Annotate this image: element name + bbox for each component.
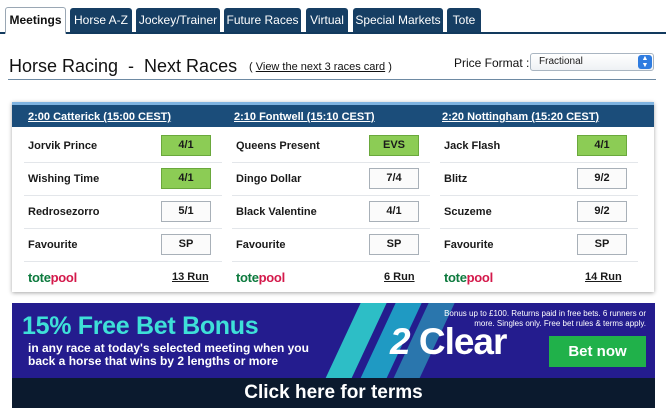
runner-row: Jack Flash 4/1	[440, 130, 638, 163]
paren-open: (	[249, 61, 256, 73]
runner-row: Redrosezorro 5/1	[24, 196, 222, 229]
tab-future-races[interactable]: Future Races	[224, 8, 301, 32]
terms-link-bar[interactable]: Click here for terms	[12, 378, 655, 408]
odds-button[interactable]: 9/2	[577, 168, 627, 189]
runner-row: Dingo Dollar 7/4	[232, 163, 430, 196]
runner-row: Wishing Time 4/1	[24, 163, 222, 196]
runner-count-link[interactable]: 6 Run	[384, 271, 415, 283]
totepool-logo: totepool	[236, 270, 285, 285]
runner-row: Favourite SP	[232, 229, 430, 262]
totepool-logo: totepool	[28, 270, 77, 285]
odds-button[interactable]: 4/1	[369, 201, 419, 222]
runner-name: Black Valentine	[236, 206, 317, 218]
tab-special-markets[interactable]: Special Markets	[353, 8, 443, 32]
runner-name: Redrosezorro	[28, 206, 100, 218]
race-column-nottingham: Jack Flash 4/1 Blitz 9/2 Scuzeme 9/2 Fav…	[440, 130, 638, 292]
totepool-logo: totepool	[444, 270, 493, 285]
odds-button[interactable]: 7/4	[369, 168, 419, 189]
odds-button[interactable]: 9/2	[577, 201, 627, 222]
runner-count-link[interactable]: 13 Run	[172, 271, 209, 283]
race-title-fontwell[interactable]: 2:10 Fontwell (15:10 CEST)	[234, 111, 375, 123]
view-next-races-link[interactable]: View the next 3 races card	[256, 61, 385, 73]
paren-close: )	[385, 61, 392, 73]
odds-button[interactable]: 4/1	[577, 135, 627, 156]
race-title-nottingham[interactable]: 2:20 Nottingham (15:20 CEST)	[442, 111, 599, 123]
promo-subtext: in any race at today's selected meeting …	[28, 341, 309, 368]
tab-meetings[interactable]: Meetings	[5, 7, 66, 34]
runner-row: Black Valentine 4/1	[232, 196, 430, 229]
runner-row: Queens Present EVS	[232, 130, 430, 163]
runner-row: Jorvik Prince 4/1	[24, 130, 222, 163]
select-arrows-icon: ▲ ▼	[638, 55, 652, 69]
tab-virtual[interactable]: Virtual	[306, 8, 348, 32]
promo-banner[interactable]: 15% Free Bet Bonus in any race at today'…	[12, 303, 655, 378]
runner-row: Scuzeme 9/2	[440, 196, 638, 229]
runner-name: Queens Present	[236, 140, 320, 152]
runner-name: Favourite	[28, 239, 78, 251]
races-header-bar: 2:00 Catterick (15:00 CEST) 2:10 Fontwel…	[12, 102, 654, 127]
tab-horse-a-z[interactable]: Horse A-Z	[70, 8, 132, 32]
tab-bar: Meetings Horse A-Z Jockey/Trainer Future…	[0, 0, 666, 34]
promo-headline: 15% Free Bet Bonus	[22, 312, 259, 340]
price-format-value: Fractional	[539, 56, 583, 67]
tote-word: tote	[444, 270, 467, 285]
next-races-panel: 2:00 Catterick (15:00 CEST) 2:10 Fontwel…	[12, 102, 654, 292]
price-format-label: Price Format :	[454, 56, 530, 70]
header-divider	[8, 79, 656, 80]
runner-row: Blitz 9/2	[440, 163, 638, 196]
race-column-catterick: Jorvik Prince 4/1 Wishing Time 4/1 Redro…	[24, 130, 222, 292]
race-column-fontwell: Queens Present EVS Dingo Dollar 7/4 Blac…	[232, 130, 430, 292]
price-format-select[interactable]: Fractional ▲ ▼	[530, 53, 654, 71]
runner-name: Scuzeme	[444, 206, 492, 218]
view-next-races: ( View the next 3 races card )	[249, 61, 392, 73]
runner-count-link[interactable]: 14 Run	[585, 271, 622, 283]
odds-button[interactable]: 4/1	[161, 168, 211, 189]
odds-button[interactable]: 4/1	[161, 135, 211, 156]
pool-word: pool	[466, 270, 494, 285]
runner-row: Favourite SP	[440, 229, 638, 262]
tab-jockey-trainer[interactable]: Jockey/Trainer	[136, 8, 220, 32]
pool-word: pool	[258, 270, 286, 285]
runner-row: Favourite SP	[24, 229, 222, 262]
promo-small-print: Bonus up to £100. Returns paid in free b…	[444, 309, 646, 328]
odds-button[interactable]: EVS	[369, 135, 419, 156]
runner-name: Wishing Time	[28, 173, 100, 185]
race-title-catterick[interactable]: 2:00 Catterick (15:00 CEST)	[28, 111, 171, 123]
pool-word: pool	[50, 270, 78, 285]
logo-number: 2	[390, 321, 411, 362]
runner-name: Favourite	[236, 239, 286, 251]
runner-name: Dingo Dollar	[236, 173, 302, 185]
runner-name: Jack Flash	[444, 140, 501, 152]
runner-name: Favourite	[444, 239, 494, 251]
bet-now-button[interactable]: Bet now	[549, 336, 646, 367]
tote-word: tote	[28, 270, 51, 285]
odds-button[interactable]: 5/1	[161, 201, 211, 222]
tab-tote[interactable]: Tote	[447, 8, 481, 32]
odds-button[interactable]: SP	[577, 234, 627, 255]
odds-button[interactable]: SP	[369, 234, 419, 255]
tote-word: tote	[236, 270, 259, 285]
odds-button[interactable]: SP	[161, 234, 211, 255]
page-title: Horse Racing - Next Races	[9, 56, 238, 76]
runner-name: Blitz	[444, 173, 468, 185]
runner-name: Jorvik Prince	[28, 140, 98, 152]
